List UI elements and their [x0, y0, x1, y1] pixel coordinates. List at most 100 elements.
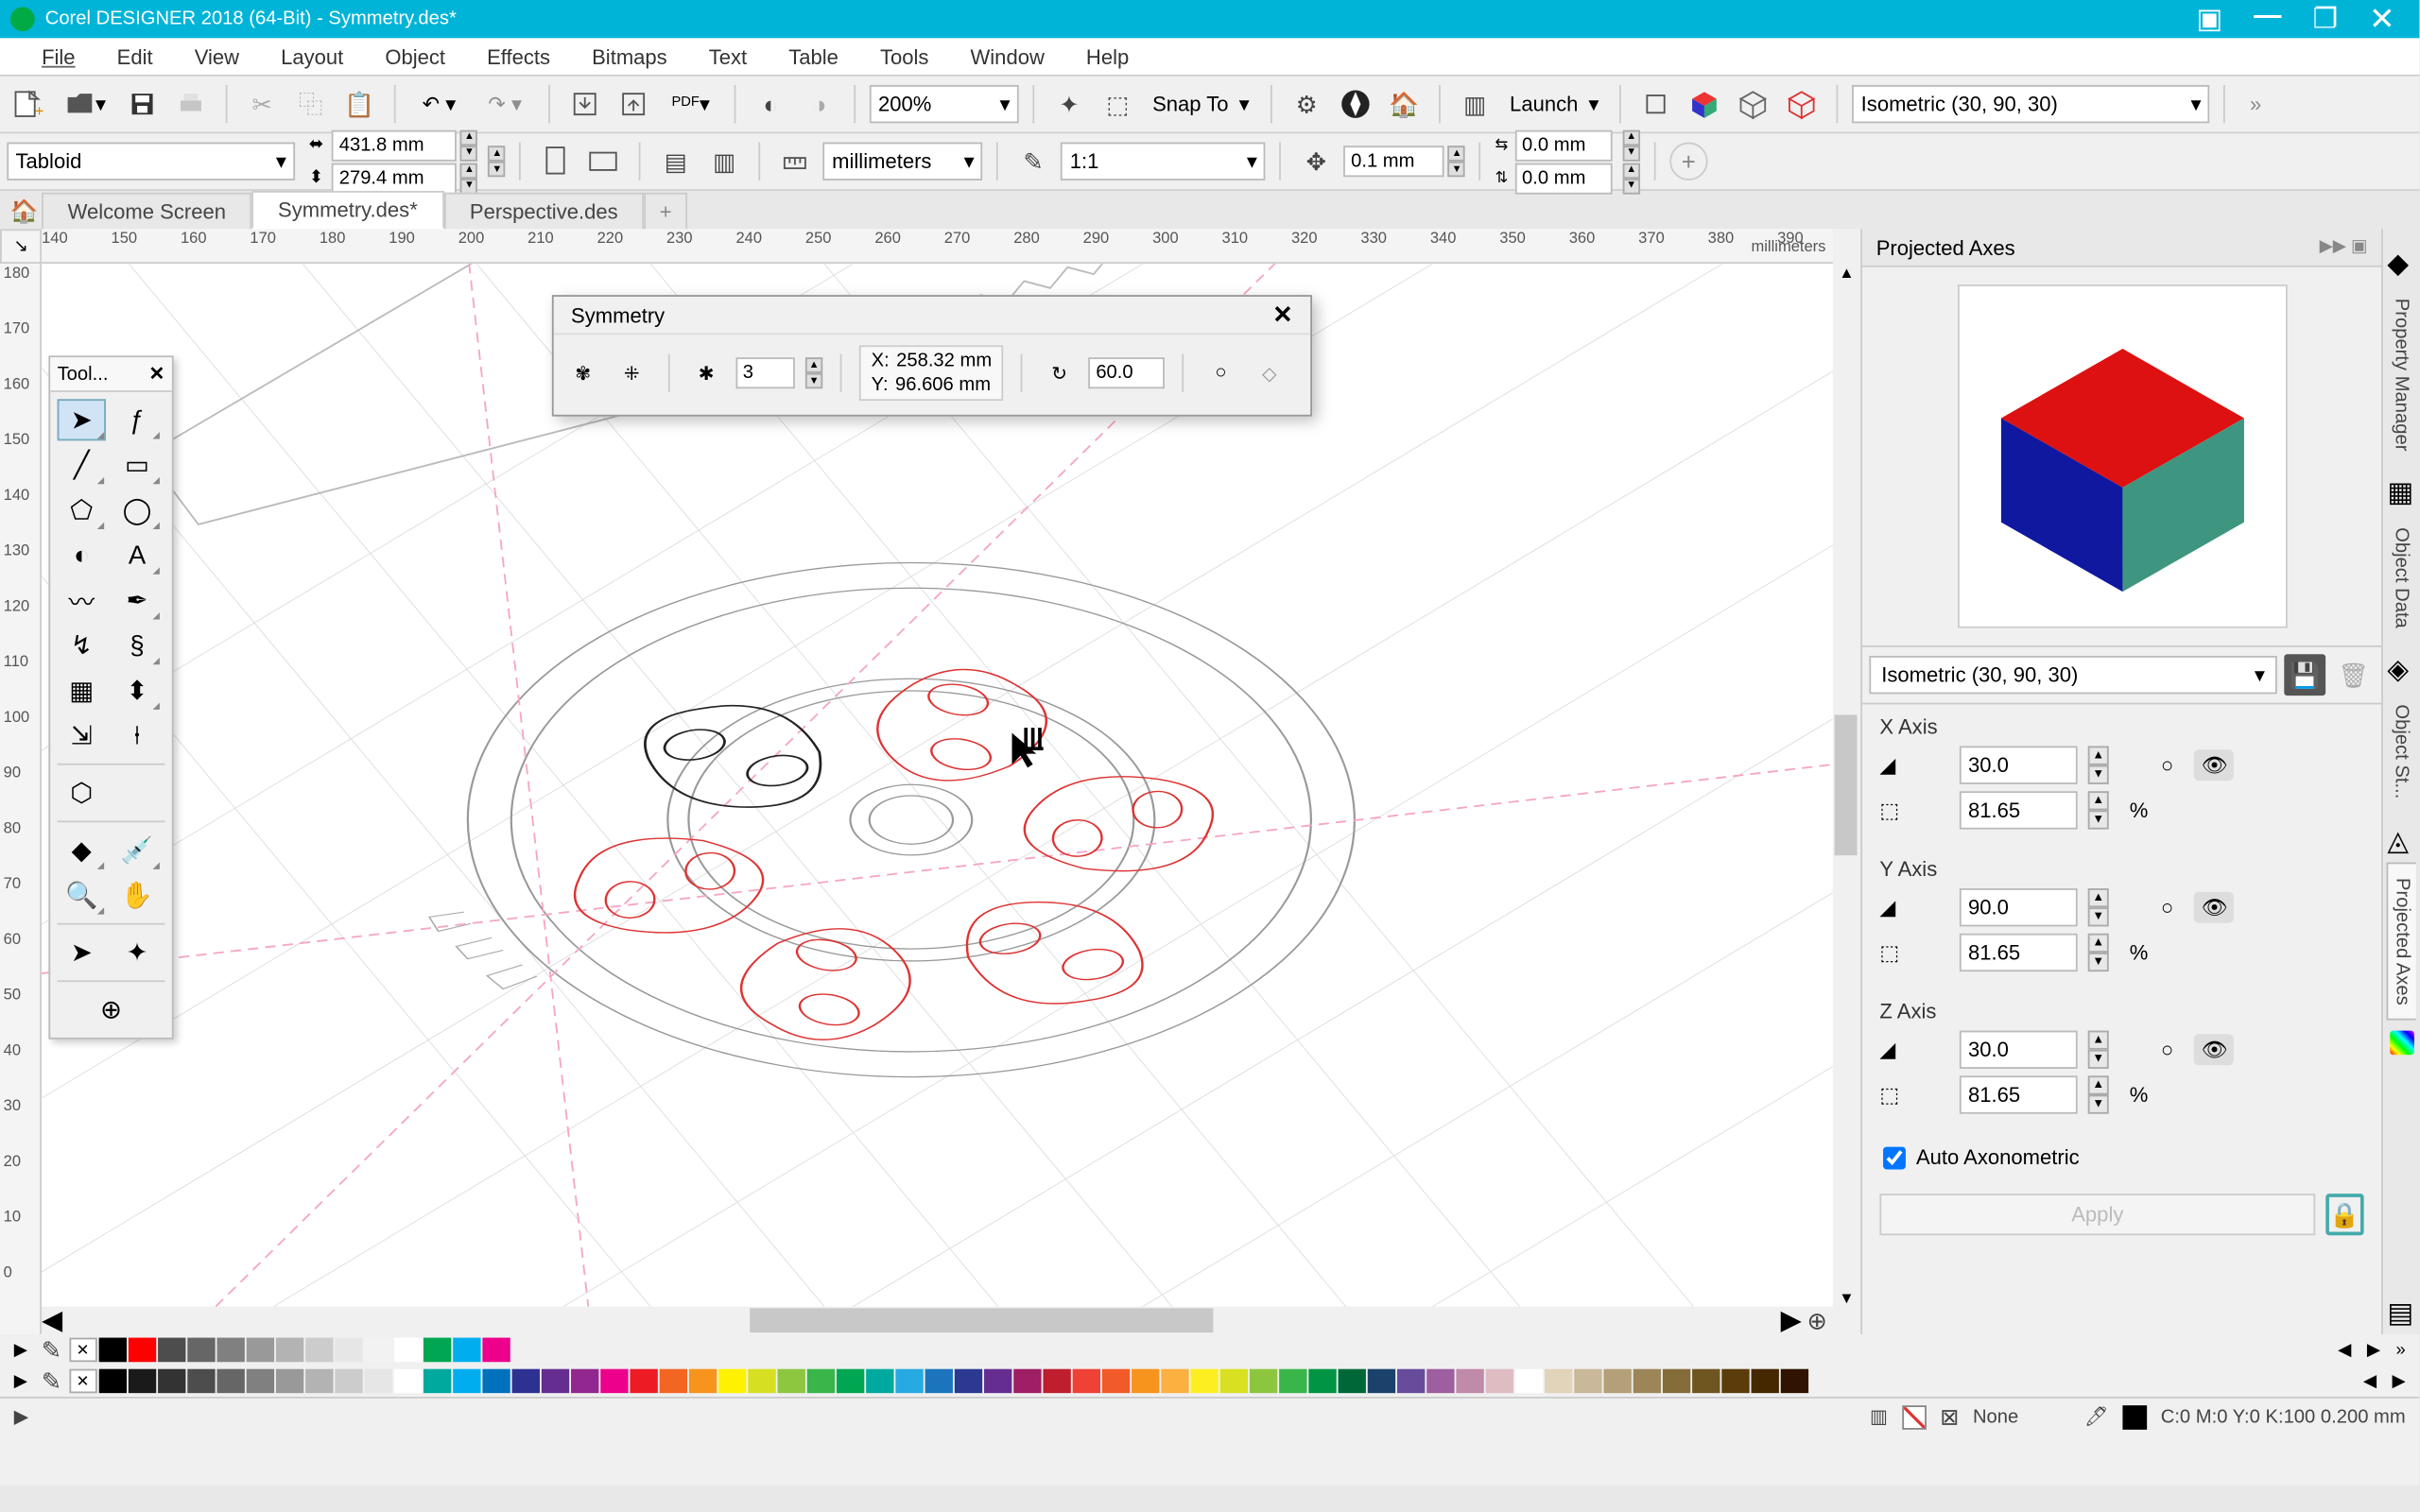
- menu-effects[interactable]: Effects: [466, 44, 571, 69]
- dup-y-input[interactable]: [1515, 163, 1613, 194]
- z-circle-icon[interactable]: ○: [2161, 1038, 2173, 1062]
- no-color-icon[interactable]: ⊠: [1940, 1402, 1959, 1430]
- page-preset-select[interactable]: Tabloid ▾: [7, 143, 295, 180]
- color-swatch[interactable]: [806, 1369, 834, 1394]
- canvas[interactable]: [42, 264, 1833, 1306]
- dim-up[interactable]: ▲: [489, 146, 506, 162]
- menu-file[interactable]: File: [21, 44, 96, 69]
- color-swatch[interactable]: [1219, 1369, 1247, 1394]
- zoom-select[interactable]: 200% ▾: [870, 85, 1019, 123]
- color-swatch[interactable]: [98, 1369, 126, 1394]
- color-swatch[interactable]: [866, 1369, 893, 1394]
- status-play[interactable]: ▶: [14, 1405, 29, 1428]
- color-swatch[interactable]: [1396, 1369, 1424, 1394]
- palette1-right[interactable]: ▶: [2360, 1340, 2387, 1359]
- color-swatch[interactable]: [1544, 1369, 1571, 1394]
- sym-opt-1[interactable]: ○: [1201, 354, 1239, 392]
- cut-button[interactable]: ✂: [241, 83, 283, 125]
- pick-tool[interactable]: ➤: [58, 399, 106, 440]
- portrait-button[interactable]: [535, 141, 577, 182]
- color-swatch[interactable]: [1308, 1369, 1336, 1394]
- color-swatch[interactable]: [1456, 1369, 1483, 1394]
- palette2-flyout[interactable]: ▶: [7, 1371, 34, 1390]
- eyedropper-tool[interactable]: 💉: [112, 830, 161, 871]
- no-fill-swatch-2[interactable]: ✕: [69, 1369, 96, 1394]
- color-swatch[interactable]: [954, 1369, 981, 1394]
- snap-to-select[interactable]: Snap To ▾: [1146, 85, 1256, 123]
- docker-tab-projected-axes[interactable]: Projected Axes: [2387, 862, 2416, 1021]
- x-scale-input[interactable]: [1960, 791, 2078, 829]
- eyedrop-icon[interactable]: ✎: [36, 1338, 67, 1363]
- dim-down[interactable]: ▼: [489, 162, 506, 178]
- freetransform-tool[interactable]: ✦: [112, 932, 161, 973]
- color-swatch[interactable]: [1751, 1369, 1778, 1394]
- color-swatch[interactable]: [925, 1369, 952, 1394]
- color-swatch[interactable]: [1101, 1369, 1129, 1394]
- undo-button[interactable]: ↶ ▾: [409, 83, 468, 125]
- x-angle-up[interactable]: ▲: [2088, 746, 2109, 765]
- menu-view[interactable]: View: [174, 44, 260, 69]
- projection-preset-select[interactable]: Isometric (30, 90, 30)▾: [1869, 656, 2276, 694]
- corel-button[interactable]: [1335, 83, 1376, 125]
- tab-welcome[interactable]: Welcome Screen: [42, 193, 251, 230]
- docker-icon-3[interactable]: ◈: [2387, 653, 2414, 680]
- menu-table[interactable]: Table: [768, 44, 859, 69]
- color-swatch[interactable]: [216, 1338, 244, 1363]
- y-circle-icon[interactable]: ○: [2161, 895, 2173, 919]
- pages-all-button[interactable]: ▤: [655, 141, 697, 182]
- color-swatch[interactable]: [630, 1369, 657, 1394]
- color-swatch[interactable]: [1514, 1369, 1542, 1394]
- color-swatch[interactable]: [275, 1338, 302, 1363]
- color-swatch[interactable]: [836, 1369, 863, 1394]
- color-swatch[interactable]: [246, 1338, 273, 1363]
- color-swatch[interactable]: [158, 1369, 185, 1394]
- color-swatch[interactable]: [187, 1338, 215, 1363]
- color-swatch[interactable]: [1780, 1369, 1807, 1394]
- pin-icon[interactable]: ▣: [2196, 1, 2222, 38]
- ellipse-tool[interactable]: ◯: [112, 490, 161, 531]
- pages-current-button[interactable]: ▥: [703, 141, 745, 182]
- color-swatch[interactable]: [1190, 1369, 1218, 1394]
- scroll-left[interactable]: ◀: [42, 1303, 63, 1338]
- color-swatch[interactable]: [1633, 1369, 1660, 1394]
- docker-tab-object-data[interactable]: Object Data: [2387, 514, 2414, 643]
- lock-button[interactable]: 🔒: [2325, 1194, 2363, 1235]
- color-swatch[interactable]: [1426, 1369, 1454, 1394]
- color-swatch[interactable]: [453, 1338, 480, 1363]
- fill-swatch-icon[interactable]: [1902, 1404, 1927, 1429]
- x-scale-down[interactable]: ▼: [2088, 810, 2109, 829]
- nudge-up[interactable]: ▲: [1448, 146, 1465, 162]
- color-swatch[interactable]: [335, 1338, 362, 1363]
- zoom-fit-button[interactable]: ⊕: [1802, 1307, 1833, 1334]
- scrollbar-horizontal[interactable]: ◀ ▶ ⊕: [42, 1307, 1833, 1334]
- projection-select[interactable]: Isometric (30, 90, 30) ▾: [1852, 85, 2209, 123]
- color-swatch[interactable]: [423, 1369, 450, 1394]
- x-lens-icon[interactable]: 👁: [2194, 749, 2235, 781]
- units-select[interactable]: millimeters ▾: [823, 143, 983, 180]
- menu-tools[interactable]: Tools: [859, 44, 950, 69]
- color-swatch[interactable]: [1721, 1369, 1749, 1394]
- add-property-button[interactable]: +: [1669, 143, 1707, 180]
- docker-icon-6[interactable]: ▤: [2387, 1296, 2414, 1323]
- color-swatch[interactable]: [688, 1369, 716, 1394]
- menu-text[interactable]: Text: [688, 44, 768, 69]
- x-scale-up[interactable]: ▲: [2088, 791, 2109, 810]
- no-fill-swatch[interactable]: ✕: [69, 1338, 96, 1363]
- color-swatch[interactable]: [1249, 1369, 1276, 1394]
- tab-symmetry[interactable]: Symmetry.des*: [252, 191, 444, 229]
- snap-off-button[interactable]: ✦: [1048, 83, 1090, 125]
- color-swatch[interactable]: [423, 1338, 450, 1363]
- tab-perspective[interactable]: Perspective.des: [443, 193, 644, 230]
- fill-tool[interactable]: ◆: [58, 830, 106, 871]
- color-swatch[interactable]: [1279, 1369, 1306, 1394]
- color-swatch[interactable]: [305, 1338, 333, 1363]
- pick2-tool[interactable]: ➤: [58, 932, 106, 973]
- import-button[interactable]: [564, 83, 606, 125]
- y-angle-up[interactable]: ▲: [2088, 888, 2109, 907]
- z-angle-input[interactable]: [1960, 1031, 2078, 1069]
- open-button[interactable]: ▾: [56, 83, 114, 125]
- rectangle-tool[interactable]: ▭: [112, 444, 161, 486]
- spiral-tool[interactable]: §: [112, 625, 161, 666]
- export-button[interactable]: [613, 83, 654, 125]
- redo-button[interactable]: ↷ ▾: [475, 83, 534, 125]
